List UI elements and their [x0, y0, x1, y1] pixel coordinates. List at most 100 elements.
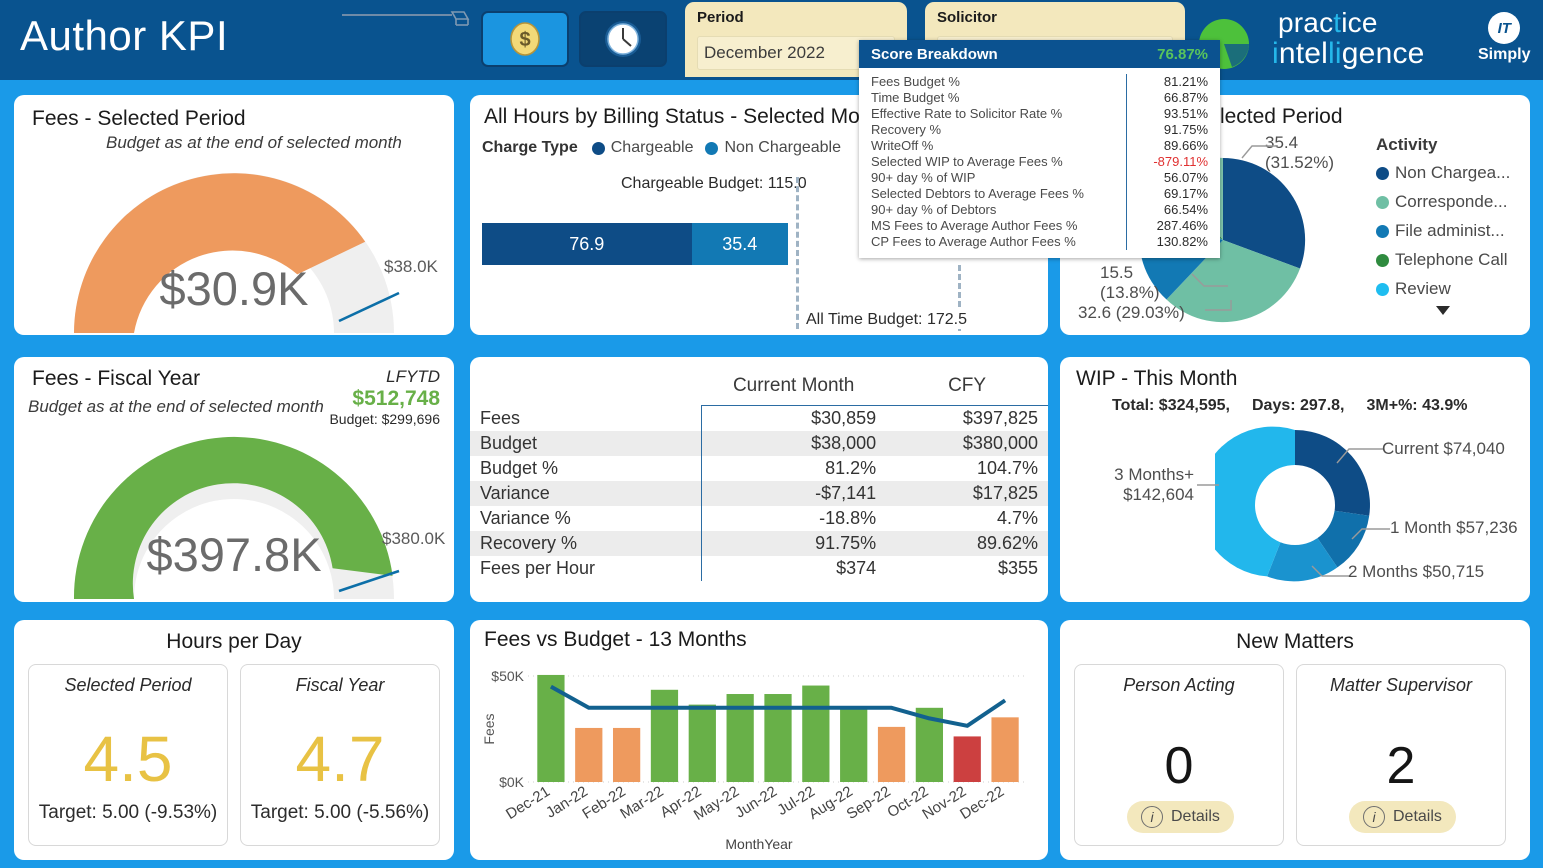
row-cfy-budget: $380,000: [886, 431, 1048, 456]
legend-item-file-admin[interactable]: File administ...: [1376, 221, 1510, 241]
fees-vs-budget-card: Fees vs Budget - 13 Months $50K $0K Fees De…: [470, 620, 1048, 860]
legend-label-chargeable[interactable]: Chargeable: [611, 139, 694, 157]
time-mode-toggle[interactable]: [579, 11, 667, 67]
fees-vs-budget-xlabel: MonthYear: [725, 836, 793, 852]
tooltip-row-label: 90+ day % of WIP: [871, 170, 976, 185]
legend-label-non-chargeable[interactable]: Non Chargeable: [724, 139, 841, 157]
hours-tile-selected-period[interactable]: Selected Period 4.5 Target: 5.00 (-9.53%…: [28, 664, 228, 846]
eraser-decoration: [342, 11, 470, 26]
fees-selected-period-card: Fees - Selected Period Budget as at the …: [14, 95, 454, 335]
x-tick-label[interactable]: Dec-22: [957, 783, 1007, 823]
matter-supervisor-details-button[interactable]: i Details: [1349, 801, 1456, 833]
new-matters-tile-matter-supervisor[interactable]: Matter Supervisor 2 i Details: [1296, 664, 1506, 846]
tooltip-row-value: 130.82%: [1156, 234, 1208, 249]
bar[interactable]: [650, 689, 679, 782]
bar[interactable]: [877, 726, 906, 782]
tooltip-row: WriteOff % 89.66%: [859, 138, 1220, 154]
fees-mode-toggle[interactable]: $: [481, 11, 569, 67]
table-row[interactable]: Fees per Hour $374 $355: [470, 556, 1048, 581]
hours-tile-selected-header: Selected Period: [64, 675, 192, 695]
legend-text-correspondence: Corresponde...: [1395, 192, 1508, 211]
new-matters-card: New Matters Person Acting 0 i Details Ma…: [1060, 620, 1530, 860]
tooltip-row-label: 90+ day % of Debtors: [871, 202, 997, 217]
table-row[interactable]: Recovery % 91.75% 89.62%: [470, 531, 1048, 556]
legend-item-correspondence[interactable]: Corresponde...: [1376, 192, 1510, 212]
bar-segment-chargeable[interactable]: 76.9: [482, 223, 692, 265]
bar[interactable]: [840, 706, 868, 782]
x-tick-label[interactable]: Mar-22: [617, 783, 666, 823]
tooltip-row-value: 66.87%: [1163, 90, 1208, 105]
row-label-budget-pct: Budget %: [470, 456, 702, 481]
table-row[interactable]: Budget $38,000 $380,000: [470, 431, 1048, 456]
tooltip-row-value: 89.66%: [1163, 138, 1208, 153]
hours-tile-selected-target: Target: 5.00 (-9.53%): [38, 802, 218, 823]
bar[interactable]: [802, 685, 830, 782]
legend-item-non-chargeable[interactable]: Non Chargea...: [1376, 163, 1510, 183]
bar[interactable]: [953, 736, 981, 782]
x-tick-label[interactable]: Jun-22: [732, 783, 780, 822]
y-tick-label: $50K: [491, 668, 524, 684]
row-current-fees: $30,859: [811, 408, 877, 428]
pie-label-2-pct: (13.8%): [1100, 283, 1160, 302]
table-row[interactable]: Budget % 81.2% 104.7%: [470, 456, 1048, 481]
lfytd-block: LFYTD $512,748 Budget: $299,696: [329, 367, 440, 427]
new-matters-tile-person-acting[interactable]: Person Acting 0 i Details: [1074, 664, 1284, 846]
chargeable-budget-line: [796, 177, 799, 329]
bar-segment-non-chargeable[interactable]: 35.4: [691, 223, 788, 265]
table-header-blank: [470, 371, 701, 406]
row-label-variance-pct: Variance %: [470, 506, 702, 531]
legend-item-review[interactable]: Review: [1376, 279, 1510, 299]
tooltip-row-value: 56.07%: [1163, 170, 1208, 185]
hours-tile-selected-value: 4.5: [83, 723, 173, 795]
hours-stacked-bar[interactable]: 76.9 35.4: [482, 223, 788, 265]
wip-metrics: Total: $324,595, Days: 297.8, 3M+%: 43.9…: [1112, 397, 1467, 415]
score-breakdown-tooltip: Score Breakdown 76.87% Fees Budget % 81.2…: [859, 40, 1220, 258]
wip-leader-current: [1336, 448, 1383, 464]
table-row[interactable]: Variance -$7,141 $17,825: [470, 481, 1048, 506]
legend-scroll-down-button[interactable]: [1376, 303, 1510, 321]
x-tick-label[interactable]: Sep-22: [844, 783, 894, 823]
fees-fiscal-subtitle: Budget as at the end of selected month: [28, 397, 324, 416]
page-title: Author KPI: [20, 12, 229, 59]
fees-fiscal-year-card: Fees - Fiscal Year Budget as at the end …: [14, 357, 454, 602]
app-header: Author KPI $ Period December 2022 Solici…: [0, 0, 1543, 80]
x-tick-label[interactable]: Feb-22: [579, 783, 628, 823]
fees-selected-title: Fees - Selected Period: [32, 107, 246, 130]
bar[interactable]: [612, 727, 641, 782]
table-header-cfy: CFY: [886, 371, 1048, 406]
charge-type-legend-title: Charge Type: [482, 139, 578, 156]
tooltip-body: Fees Budget % 81.21% Time Budget % 66.87% Ef…: [859, 68, 1220, 258]
row-cfy-variance-pct: 4.7%: [996, 508, 1038, 528]
tooltip-row-label: Time Budget %: [871, 90, 960, 105]
person-acting-details-button[interactable]: i Details: [1127, 801, 1234, 833]
wip-label-current: Current $74,040: [1382, 439, 1505, 458]
legend-item-telephone-call[interactable]: Telephone Call: [1376, 250, 1510, 270]
chargeable-budget-label: Chargeable Budget: 115.0: [618, 175, 810, 193]
tooltip-row: Recovery % 91.75%: [859, 122, 1220, 138]
tooltip-row-label: Selected Debtors to Average Fees %: [871, 186, 1084, 201]
tooltip-row: Time Budget % 66.87%: [859, 90, 1220, 106]
kpi-table-body: Fees $30,859 $397,825 Budget $38,000 $38…: [470, 405, 1048, 581]
hours-tile-fiscal-target: Target: 5.00 (-5.56%): [250, 802, 430, 823]
itsimply-word: Simply: [1478, 46, 1531, 63]
tooltip-row-label: Recovery %: [871, 122, 942, 137]
row-current-variance-pct: -18.8%: [819, 508, 877, 528]
pie-leader-line-3: [1205, 300, 1232, 311]
wip-total: Total: $324,595,: [1112, 397, 1230, 414]
bar[interactable]: [688, 704, 716, 782]
bar[interactable]: [575, 727, 603, 782]
tooltip-title: Score Breakdown: [871, 45, 998, 63]
fees-vs-budget-chart[interactable]: $50K$0KFeesDec-21Jan-22Feb-22Mar-22Apr-2…: [476, 658, 1042, 854]
bar[interactable]: [991, 717, 1019, 782]
table-row[interactable]: Fees $30,859 $397,825: [470, 405, 1048, 431]
person-acting-details-label: Details: [1171, 808, 1220, 825]
hours-tile-fiscal-year[interactable]: Fiscal Year 4.7 Target: 5.00 (-5.56%): [240, 664, 440, 846]
pie-label-file-admin: 15.5 (13.8%): [1100, 263, 1160, 303]
tooltip-row-value: 287.46%: [1156, 218, 1208, 233]
table-row[interactable]: Variance % -18.8% 4.7%: [470, 506, 1048, 531]
all-time-budget-line-upper: [958, 265, 961, 307]
new-matters-person-header: Person Acting: [1123, 675, 1235, 695]
legend-swatch-non-chargeable: [705, 141, 719, 155]
all-hours-title: All Hours by Billing Status - Selected M…: [484, 105, 890, 128]
period-slicer-label: Period: [697, 9, 744, 26]
